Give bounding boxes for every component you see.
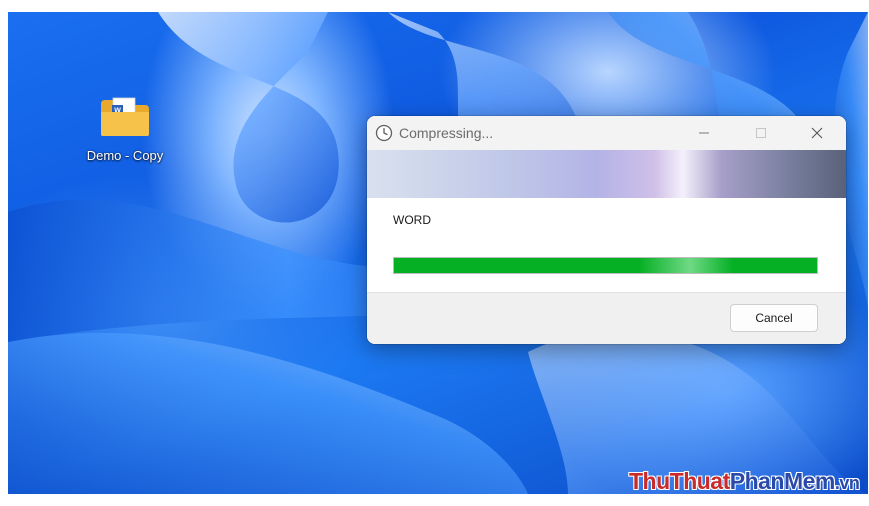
animation-banner [367,150,846,198]
compress-progress-dialog: Compressing... WORD Cancel [367,116,846,344]
window-title: Compressing... [399,125,494,141]
dialog-content: WORD [367,198,846,293]
cancel-button[interactable]: Cancel [730,304,818,332]
watermark-part-1: ThuThuat [629,468,730,494]
minimize-icon [699,132,709,134]
progress-bar [393,257,818,274]
minimize-button[interactable] [681,116,727,150]
title-bar[interactable]: Compressing... [367,116,846,150]
watermark-part-2: PhanMem [729,468,836,494]
current-item-name: WORD [393,213,431,227]
dialog-footer: Cancel [367,292,846,344]
watermark-part-3: .vn [834,473,860,493]
progress-bar-fill [394,258,817,273]
close-button[interactable] [794,116,840,150]
site-watermark: ThuThuatPhanMem.vn [629,468,860,495]
clock-icon [375,124,393,142]
maximize-icon [756,128,766,138]
desktop-item-label: Demo - Copy [86,148,164,163]
maximize-button[interactable] [738,116,784,150]
desktop-item-demo-copy[interactable]: W Demo - Copy [82,96,168,163]
folder-with-word-document-icon: W [101,97,149,136]
close-icon [811,127,823,139]
